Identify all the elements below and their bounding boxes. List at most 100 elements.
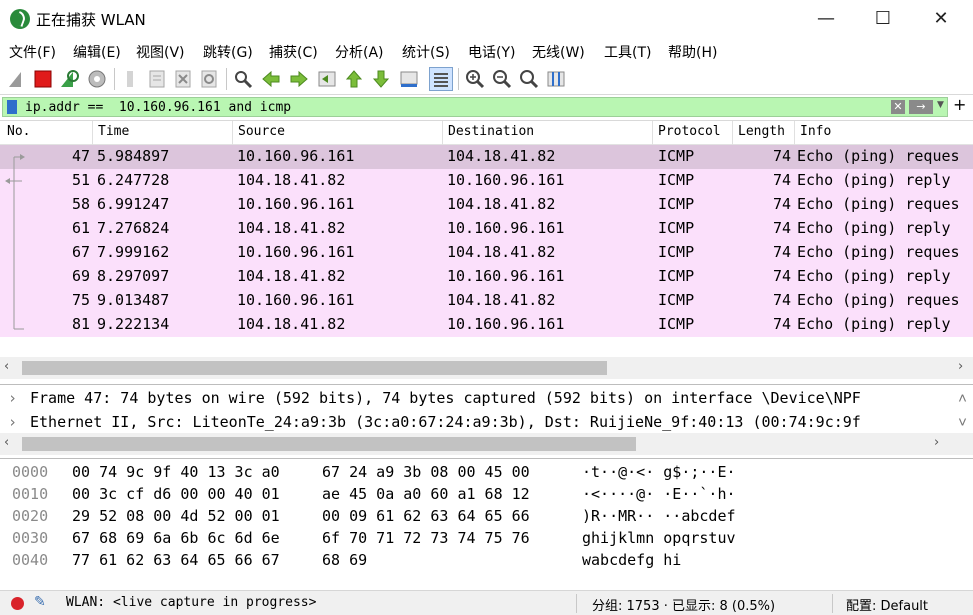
column-divider[interactable] [794,121,795,145]
packet-destination: 10.160.96.161 [447,315,565,333]
open-file-icon[interactable] [120,68,142,90]
add-filter-button[interactable]: + [953,95,966,114]
hex-bytes[interactable]: 00 3c cf d6 00 00 40 01 [72,485,280,503]
column-divider[interactable] [92,121,93,145]
column-header-info[interactable]: Info [800,124,831,139]
column-header-source[interactable]: Source [238,124,285,139]
ascii-bytes[interactable]: ·t··@·<· g$·;··E· [582,463,736,481]
packet-row[interactable]: 75 9.013487 10.160.96.161 104.18.41.82 I… [0,289,973,313]
ascii-bytes[interactable]: wabcdefg hi [582,551,681,569]
packet-source: 104.18.41.82 [237,219,346,237]
detail-tree-row[interactable]: › Ethernet II, Src: LiteonTe_24:a9:3b (3… [0,411,973,435]
packet-row[interactable]: 67 7.999162 10.160.96.161 104.18.41.82 I… [0,241,973,265]
filter-text[interactable]: ip.addr == 10.160.96.161 and icmp [25,100,291,115]
menu-file[interactable]: 文件(F) [9,42,56,62]
hex-bytes[interactable]: 77 61 62 63 64 65 66 67 [72,551,280,569]
autoscroll-icon[interactable] [398,68,420,90]
ascii-bytes[interactable]: )R··MR·· ··abcdef [582,507,736,525]
restart-capture-icon[interactable] [58,68,80,90]
column-divider[interactable] [442,121,443,145]
save-file-icon[interactable] [146,68,168,90]
menu-help[interactable]: 帮助(H) [668,42,717,62]
capture-options-icon[interactable] [86,68,108,90]
filter-history-dropdown-icon[interactable]: ▼ [937,100,944,110]
resize-columns-icon[interactable] [545,68,567,90]
column-divider[interactable] [232,121,233,145]
maximize-button[interactable]: ☐ [860,4,906,34]
menu-view[interactable]: 视图(V) [136,42,185,62]
packet-row[interactable]: 69 8.297097 104.18.41.82 10.160.96.161 I… [0,265,973,289]
column-header-destination[interactable]: Destination [448,124,534,139]
packet-source: 10.160.96.161 [237,195,355,213]
menu-analyze[interactable]: 分析(A) [335,42,384,62]
menu-tools[interactable]: 工具(T) [604,42,651,62]
edit-comment-icon[interactable]: ✎ [34,594,46,610]
last-packet-icon[interactable] [370,68,392,90]
hex-bytes[interactable]: ae 45 0a a0 60 a1 68 12 [322,485,530,503]
ascii-bytes[interactable]: ·<····@· ·E··`·h· [582,485,736,503]
scroll-left-icon[interactable]: ‹ [4,359,9,374]
byte-offset: 0040 [12,551,49,569]
packet-row[interactable]: 47 5.984897 10.160.96.161 104.18.41.82 I… [0,145,973,169]
normal-size-icon[interactable] [518,68,540,90]
menu-go[interactable]: 跳转(G) [203,42,253,62]
menu-edit[interactable]: 编辑(E) [73,42,121,62]
forward-icon[interactable] [288,68,310,90]
scroll-up-icon[interactable]: ˄ [958,389,967,408]
details-horizontal-scrollbar[interactable]: ‹ › [0,433,973,455]
packet-row[interactable]: 58 6.991247 10.160.96.161 104.18.41.82 I… [0,193,973,217]
hex-bytes[interactable]: 00 09 61 62 63 64 65 66 [322,507,530,525]
ascii-bytes[interactable]: ghijklmn opqrstuv [582,529,736,547]
packet-row[interactable]: 51 6.247728 104.18.41.82 10.160.96.161 I… [0,169,973,193]
hex-bytes[interactable]: 68 69 [322,551,367,569]
bookmark-icon[interactable] [7,100,17,114]
back-icon[interactable] [260,68,282,90]
display-filter-input[interactable]: ip.addr == 10.160.96.161 and icmp ✕ → ▼ [2,97,948,117]
column-header-time[interactable]: Time [98,124,129,139]
hex-bytes[interactable]: 67 24 a9 3b 08 00 45 00 [322,463,530,481]
column-header-length[interactable]: Length [738,124,785,139]
expand-chevron-icon[interactable]: › [8,413,17,431]
menu-telephony[interactable]: 电话(Y) [468,42,515,62]
packet-no: 67 [71,243,90,261]
hex-bytes[interactable]: 67 68 69 6a 6b 6c 6d 6e [72,529,280,547]
hex-bytes[interactable]: 29 52 08 00 4d 52 00 01 [72,507,280,525]
scroll-left-icon[interactable]: ‹ [4,435,9,450]
column-divider[interactable] [732,121,733,145]
shark-fin-icon[interactable] [6,68,28,90]
capture-status-icon[interactable] [11,597,24,610]
scroll-right-icon[interactable]: › [934,435,939,450]
hex-bytes[interactable]: 6f 70 71 72 73 74 75 76 [322,529,530,547]
column-divider[interactable] [652,121,653,145]
apply-filter-icon[interactable]: → [909,100,933,114]
menu-wireless[interactable]: 无线(W) [532,42,585,62]
packet-info: Echo (ping) reply [797,267,951,285]
hex-bytes[interactable]: 00 74 9c 9f 40 13 3c a0 [72,463,280,481]
close-button[interactable]: ✕ [918,4,964,34]
scroll-right-icon[interactable]: › [958,359,963,374]
expand-chevron-icon[interactable]: › [8,389,17,407]
minimize-button[interactable]: — [803,4,849,34]
packet-row[interactable]: 61 7.276824 104.18.41.82 10.160.96.161 I… [0,217,973,241]
column-header-no[interactable]: No. [7,124,30,139]
menu-statistics[interactable]: 统计(S) [402,42,450,62]
packet-row[interactable]: 81 9.222134 104.18.41.82 10.160.96.161 I… [0,313,973,337]
scroll-down-icon[interactable]: ˅ [958,413,967,432]
reload-icon[interactable] [198,68,220,90]
scrollbar-thumb[interactable] [22,437,636,451]
go-to-packet-icon[interactable] [316,68,338,90]
column-header-protocol[interactable]: Protocol [658,124,721,139]
status-profile[interactable]: 配置: Default [846,595,928,614]
packet-list-horizontal-scrollbar[interactable]: ‹ › [0,357,973,379]
clear-filter-icon[interactable]: ✕ [891,100,905,114]
scrollbar-thumb[interactable] [22,361,607,375]
first-packet-icon[interactable] [343,68,365,90]
find-icon[interactable] [232,68,254,90]
stop-capture-icon[interactable] [32,68,54,90]
menu-capture[interactable]: 捕获(C) [269,42,318,62]
detail-tree-row[interactable]: › Frame 47: 74 bytes on wire (592 bits),… [0,387,973,411]
close-file-icon[interactable] [172,68,194,90]
colorize-icon[interactable] [429,67,453,91]
zoom-in-icon[interactable] [464,68,486,90]
zoom-out-icon[interactable] [491,68,513,90]
